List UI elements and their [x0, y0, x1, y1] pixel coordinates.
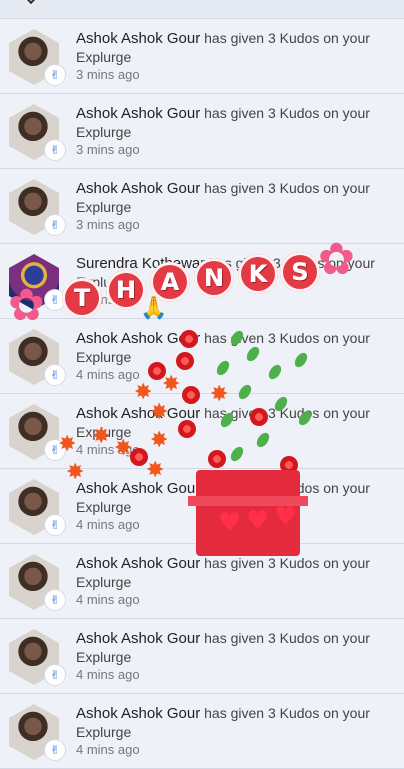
list-item[interactable]: ✌ Ashok Ashok Gour has given 3 Kudos on …: [0, 694, 404, 769]
thanks-letter: S: [280, 252, 320, 292]
thanks-letter: K: [238, 254, 278, 294]
kudos-badge-icon: ✌: [45, 365, 65, 385]
top-bar: [0, 0, 404, 19]
heart-icon: ♥: [274, 502, 298, 532]
kudos-badge-icon: ✌: [45, 65, 65, 85]
user-name[interactable]: Ashok Ashok Gour: [76, 105, 200, 122]
notification-text: Ashok Ashok Gour has given 3 Kudos on yo…: [76, 629, 396, 684]
timestamp: 3 mins ago: [76, 142, 140, 157]
timestamp: 3 mins ago: [76, 217, 140, 232]
kudos-badge-icon: ✌: [45, 740, 65, 760]
maple-leaf-icon: ✸: [150, 400, 169, 425]
list-item[interactable]: ✌ Ashok Ashok Gour has given 3 Kudos on …: [0, 19, 404, 94]
timestamp: 4 mins ago: [76, 592, 140, 607]
chevron-down-icon[interactable]: [23, 0, 39, 5]
maple-leaf-icon: ✸: [162, 372, 181, 397]
user-name[interactable]: Ashok Ashok Gour: [76, 555, 200, 572]
user-name[interactable]: Ashok Ashok Gour: [76, 480, 200, 497]
thanks-letter: N: [194, 258, 234, 298]
rose-icon: [250, 408, 268, 426]
heart-icon: ♥: [246, 506, 270, 536]
thanks-letter: T: [62, 278, 102, 318]
kudos-badge-icon: ✌: [45, 140, 65, 160]
user-name[interactable]: Ashok Ashok Gour: [76, 180, 200, 197]
maple-leaf-icon: ✸: [146, 458, 165, 483]
notification-text: Ashok Ashok Gour has given 3 Kudos on yo…: [76, 29, 396, 84]
rose-icon: [180, 330, 198, 348]
maple-leaf-icon: ✸: [92, 424, 111, 449]
maple-leaf-icon: ✸: [58, 432, 77, 457]
timestamp: 4 mins ago: [76, 742, 140, 757]
folded-hands-icon: 🙏: [140, 296, 168, 321]
timestamp: 3 mins ago: [76, 67, 140, 82]
notification-text: Ashok Ashok Gour has given 3 Kudos on yo…: [76, 104, 396, 159]
hibiscus-icon: ✿: [318, 234, 355, 285]
list-item[interactable]: ✌ Ashok Ashok Gour has given 3 Kudos on …: [0, 619, 404, 694]
user-name[interactable]: Ashok Ashok Gour: [76, 405, 200, 422]
notification-text: Ashok Ashok Gour has given 3 Kudos on yo…: [76, 704, 396, 759]
notification-text: Ashok Ashok Gour has given 3 Kudos on yo…: [76, 554, 396, 609]
maple-leaf-icon: ✸: [150, 428, 169, 453]
user-name[interactable]: Ashok Ashok Gour: [76, 630, 200, 647]
notification-text: Ashok Ashok Gour has given 3 Kudos on yo…: [76, 179, 396, 234]
kudos-badge-icon: ✌: [45, 215, 65, 235]
timestamp: 4 mins ago: [76, 367, 140, 382]
thanks-sticker: T H A N K S: [58, 252, 328, 318]
notification-list: ✌ Ashok Ashok Gour has given 3 Kudos on …: [0, 19, 404, 769]
maple-leaf-icon: ✸: [114, 436, 133, 461]
timestamp: 4 mins ago: [76, 667, 140, 682]
kudos-badge-icon: ✌: [45, 590, 65, 610]
list-item[interactable]: ✌ Ashok Ashok Gour has given 3 Kudos on …: [0, 94, 404, 169]
rose-icon: [208, 450, 226, 468]
kudos-badge-icon: ✌: [45, 665, 65, 685]
list-item[interactable]: ✌ Ashok Ashok Gour has given 3 Kudos on …: [0, 319, 404, 394]
user-name[interactable]: Ashok Ashok Gour: [76, 30, 200, 47]
rose-icon: [182, 386, 200, 404]
hibiscus-icon: ✿: [8, 280, 45, 331]
rose-icon: [176, 352, 194, 370]
maple-leaf-icon: ✸: [66, 460, 85, 485]
maple-leaf-icon: ✸: [210, 382, 229, 407]
user-name[interactable]: Ashok Ashok Gour: [76, 705, 200, 722]
rose-icon: [178, 420, 196, 438]
list-item[interactable]: ✌ Ashok Ashok Gour has given 3 Kudos on …: [0, 169, 404, 244]
kudos-badge-icon: ✌: [45, 515, 65, 535]
heart-icon: ♥: [218, 508, 242, 538]
